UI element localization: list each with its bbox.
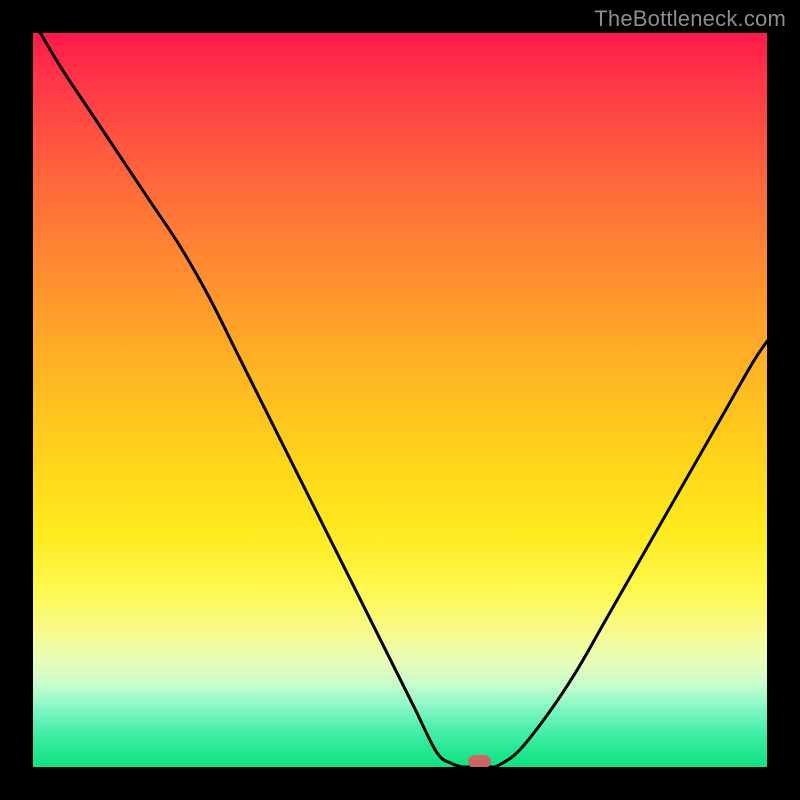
watermark-text: TheBottleneck.com: [594, 6, 786, 32]
plot-area: [33, 33, 767, 767]
optimal-marker: [468, 755, 491, 767]
chart-frame: TheBottleneck.com: [0, 0, 800, 800]
bottleneck-curve: [33, 33, 767, 767]
